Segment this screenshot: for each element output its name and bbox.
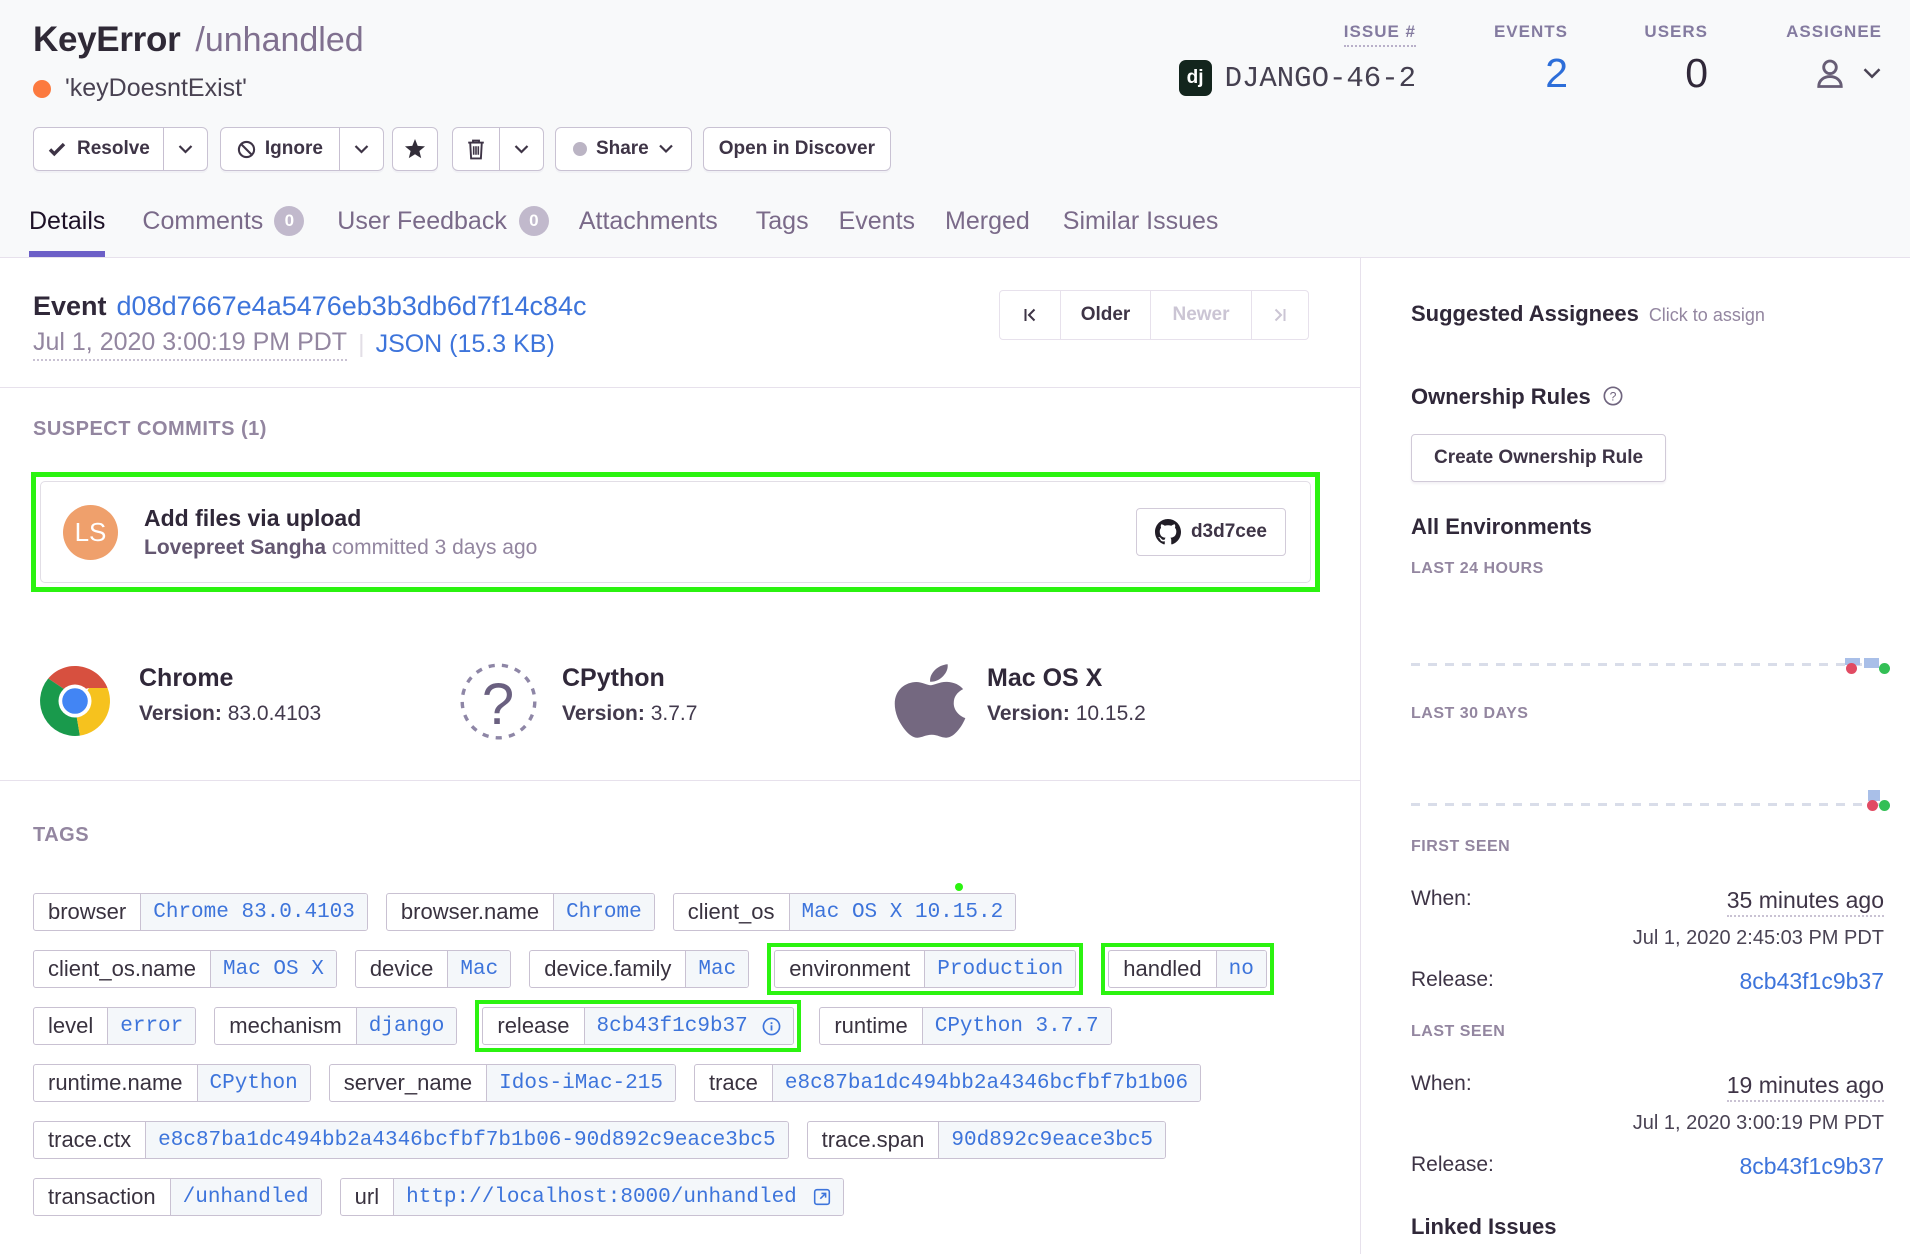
svg-text:?: ? (1610, 389, 1617, 403)
